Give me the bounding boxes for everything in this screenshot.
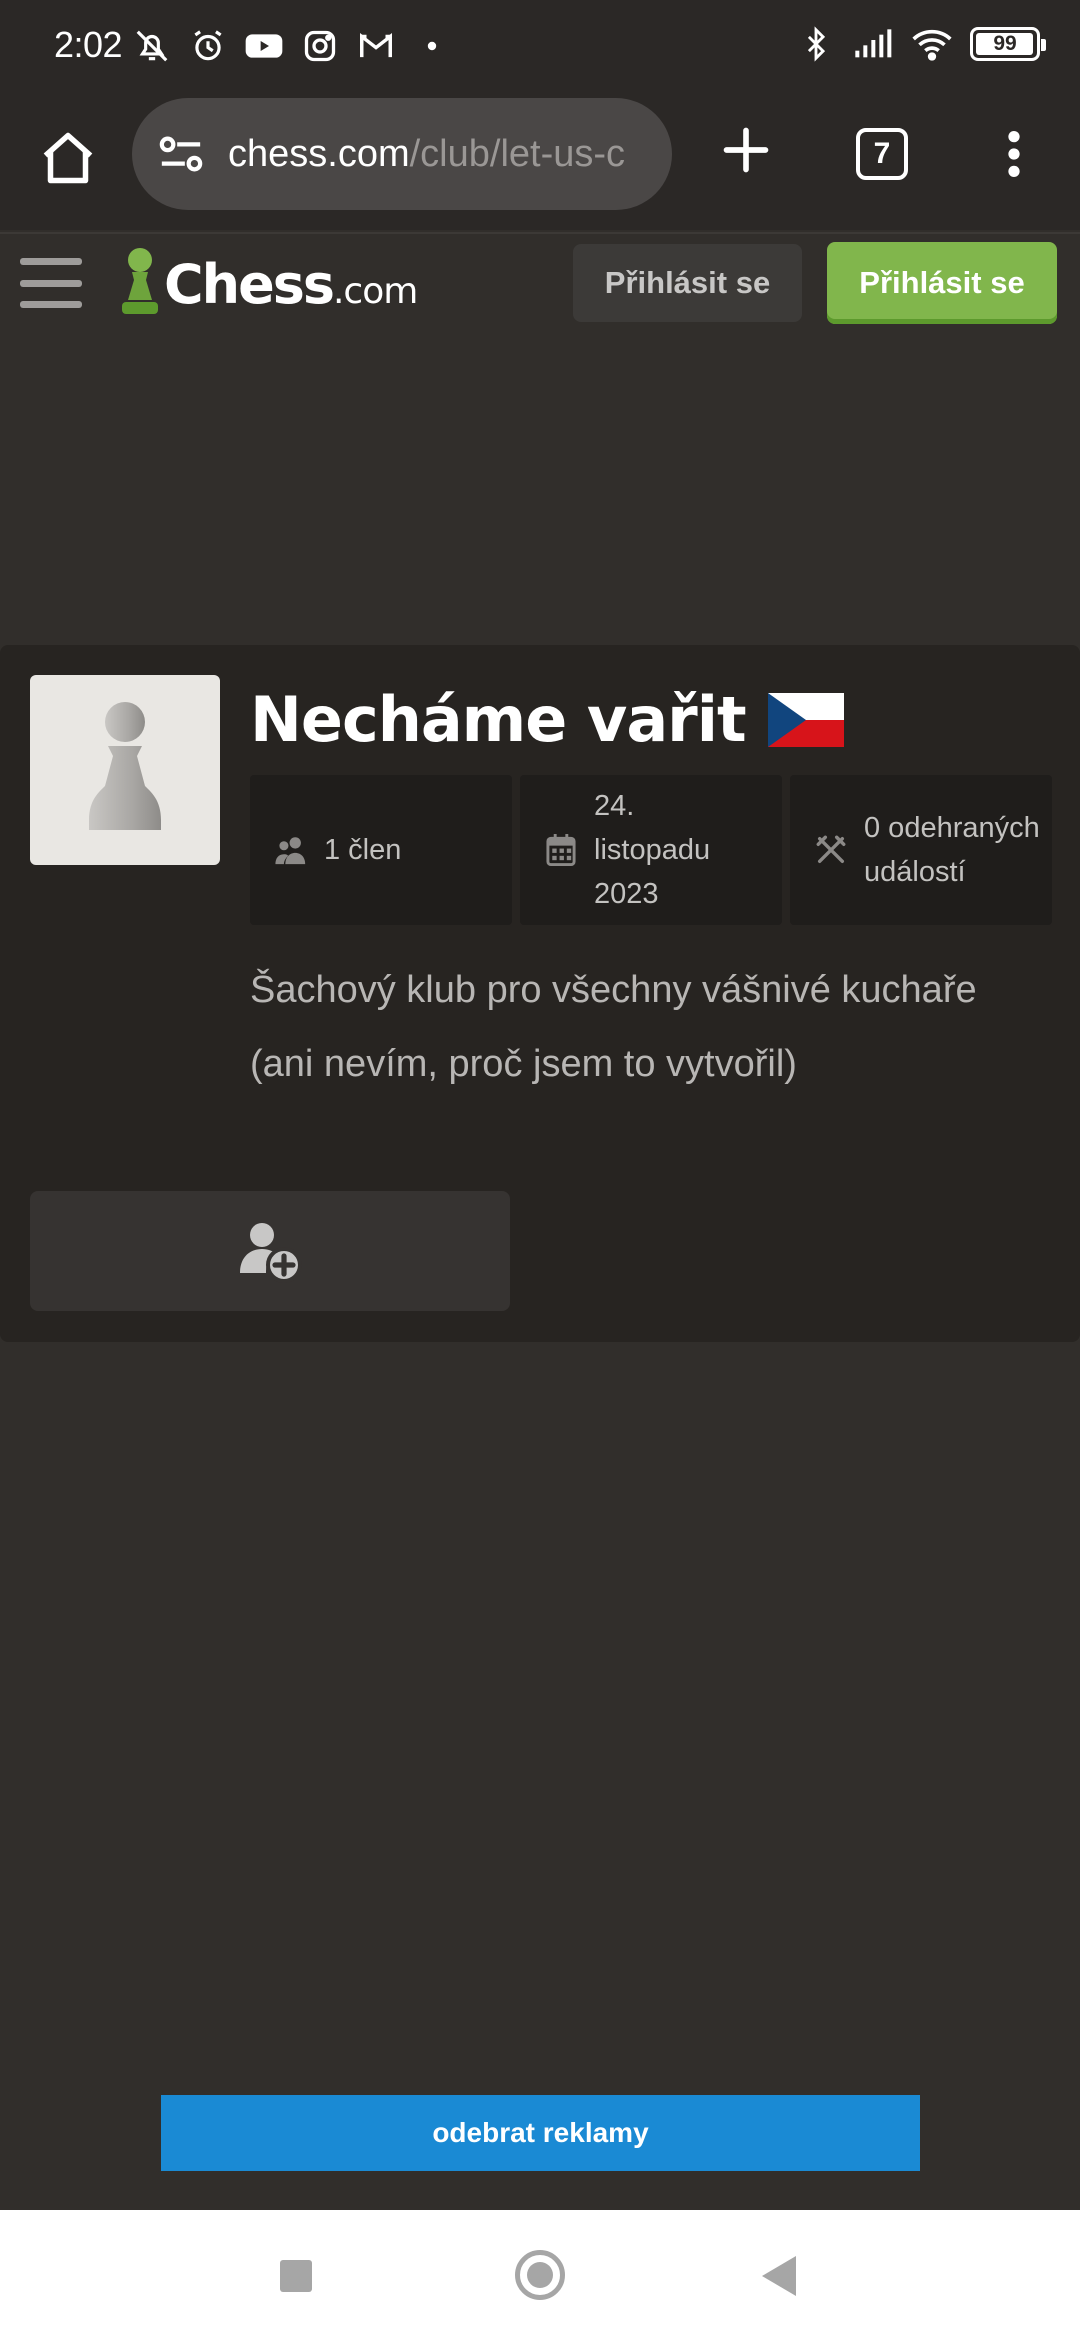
stat-created-label: 24. listopadu 2023 (594, 790, 711, 910)
alarm-icon (188, 26, 228, 66)
members-icon (274, 833, 308, 867)
calendar-icon (544, 833, 578, 867)
browser-toolbar: chess.com/club/let-us-c 7 (0, 90, 1080, 230)
screen: 2:02 99 chess.com/club/let-us-c 7 Chess.… (0, 0, 1080, 2340)
tab-switcher-button[interactable]: 7 (856, 128, 908, 180)
home-icon (43, 132, 93, 184)
signup-button[interactable]: Přihlásit se (827, 242, 1057, 324)
site-settings-icon[interactable] (156, 129, 206, 179)
url-domain: chess.com (228, 132, 410, 175)
muted-icon (132, 26, 172, 66)
notification-icons (132, 26, 452, 66)
status-bar: 2:02 99 (0, 0, 1080, 90)
pawn-avatar-icon (89, 702, 161, 830)
new-tab-button[interactable] (710, 114, 782, 186)
club-avatar (30, 675, 220, 865)
club-title: Necháme vařit (250, 683, 844, 756)
club-name: Necháme vařit (250, 683, 747, 756)
logo-text: Chess.com (164, 252, 418, 316)
url-path: /club/let-us-c (409, 132, 626, 175)
stat-created: 24. listopadu 2023 (520, 775, 782, 925)
chess-com-logo[interactable]: Chess.com (112, 242, 418, 326)
browser-menu-button[interactable] (990, 118, 1038, 190)
recents-button[interactable] (280, 2260, 312, 2292)
stat-members: 1 člen (250, 775, 512, 925)
address-bar[interactable]: chess.com/club/let-us-c (132, 98, 672, 210)
youtube-icon (244, 26, 284, 66)
club-card: Necháme vařit 1 člen 24. listopadu 2023 (0, 645, 1080, 1342)
add-user-icon (240, 1223, 302, 1283)
plus-icon (723, 127, 769, 173)
join-club-button[interactable] (30, 1191, 510, 1311)
pawn-logo-icon (122, 248, 158, 314)
dot-icon (412, 26, 452, 66)
remove-ads-button[interactable]: odebrat reklamy (161, 2095, 920, 2171)
home-button[interactable] (30, 120, 106, 196)
system-nav-bar (0, 2210, 1080, 2340)
more-vert-icon (1008, 131, 1020, 177)
url-text: chess.com/club/let-us-c (228, 133, 625, 176)
hamburger-menu-icon[interactable] (20, 252, 82, 314)
login-button[interactable]: Přihlásit se (573, 244, 802, 322)
club-description: Šachový klub pro všechny vášnivé kuchaře… (250, 969, 977, 1085)
stat-members-label: 1 člen (324, 834, 402, 866)
wifi-icon (912, 24, 952, 64)
system-icons: 99 (796, 24, 1046, 64)
battery-icon: 99 (970, 27, 1046, 61)
bluetooth-icon (796, 24, 836, 64)
back-button[interactable] (762, 2256, 796, 2296)
stat-events-label: 0 odehraných událostí (864, 812, 1040, 888)
crossed-swords-icon (814, 833, 848, 867)
battery-level: 99 (993, 32, 1017, 55)
club-stats: 1 člen 24. listopadu 2023 0 odehraných u… (250, 775, 1052, 925)
stat-events: 0 odehraných událostí (790, 775, 1052, 925)
status-time: 2:02 (54, 24, 123, 65)
czech-flag-icon (767, 692, 844, 747)
home-nav-button[interactable] (515, 2250, 565, 2300)
signal-icon (854, 24, 894, 64)
site-header: Chess.com Přihlásit se Přihlásit se (0, 232, 1080, 332)
gmail-icon (356, 26, 396, 66)
instagram-icon (300, 26, 340, 66)
